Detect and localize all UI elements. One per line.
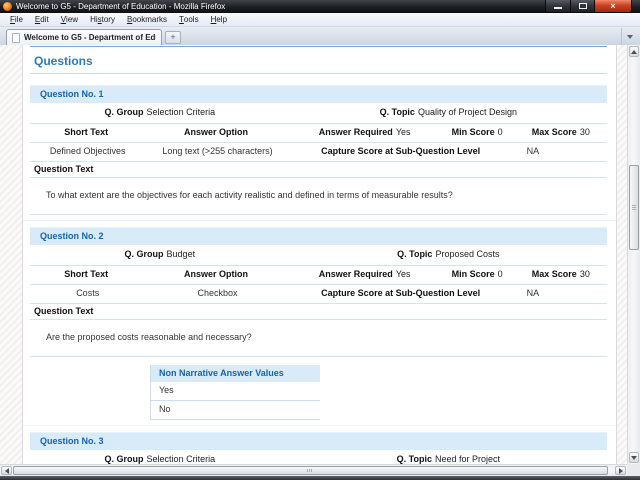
short-text-header: Short Text (30, 269, 145, 280)
question-text: To what extent are the objectives for ea… (30, 178, 607, 215)
scroll-grip-icon (307, 469, 313, 472)
minimize-icon (554, 7, 562, 9)
firefox-icon (3, 2, 12, 11)
answer-option-value: Checkbox (145, 288, 289, 299)
arrow-up-icon (631, 50, 637, 54)
short-text-value: Costs (30, 288, 145, 299)
min-score-cell: Min Score0 (440, 127, 515, 138)
non-narrative-value: No (151, 401, 320, 420)
question-header: Question No. 1 (30, 85, 607, 103)
minimize-button[interactable] (545, 0, 571, 13)
chevron-down-icon (627, 35, 633, 39)
menu-help[interactable]: Help (205, 13, 233, 26)
answer-option-header: Answer Option (145, 269, 289, 280)
maximize-button[interactable] (570, 0, 595, 13)
horizontal-scroll-thumb[interactable] (13, 466, 608, 475)
tab-title: Welcome to G5 - Department of Edu... (24, 33, 156, 42)
values-row: Costs Checkbox Capture Score at Sub-Ques… (30, 285, 607, 304)
question-text-label: Question Text (30, 162, 607, 178)
page-favicon-icon (12, 33, 20, 43)
menu-view[interactable]: View (55, 13, 84, 26)
menu-history[interactable]: History (84, 13, 121, 26)
window-controls: × (545, 0, 632, 13)
question-topic: Q. TopicProposed Costs (290, 249, 607, 260)
arrow-down-icon (631, 456, 637, 460)
menu-bar: File Edit View History Bookmarks Tools H… (0, 13, 640, 27)
non-narrative-panel: Non Narrative Answer Values Yes No (150, 365, 320, 420)
group-topic-row: Q. GroupBudget Q. TopicProposed Costs (30, 245, 607, 266)
menu-edit[interactable]: Edit (29, 13, 55, 26)
tab-bar: Welcome to G5 - Department of Edu... + (0, 27, 640, 45)
capture-score-label: Capture Score at Sub-Question Level (290, 288, 515, 299)
question-group: Q. GroupSelection Criteria (30, 107, 290, 118)
vertical-scroll-thumb[interactable] (629, 165, 639, 250)
question-text-label: Question Text (30, 304, 607, 320)
browser-viewport: Questions Question No. 1 Q. GroupSelecti… (0, 45, 627, 464)
group-topic-row: Q. GroupSelection Criteria Q. TopicNeed … (30, 450, 607, 464)
question-section-2: Question No. 2 Q. GroupBudget Q. TopicPr… (30, 227, 607, 420)
values-row: Defined Objectives Long text (>255 chara… (30, 143, 607, 162)
answer-option-value: Long text (>255 characters) (145, 146, 289, 157)
question-header: Question No. 2 (30, 227, 607, 245)
maximize-icon (579, 3, 587, 9)
column-header-row: Short Text Answer Option Answer Required… (30, 124, 607, 143)
group-topic-row: Q. GroupSelection Criteria Q. TopicQuali… (30, 103, 607, 124)
capture-score-label: Capture Score at Sub-Question Level (290, 146, 515, 157)
answer-required-cell: Answer RequiredYes (290, 127, 440, 138)
arrow-left-icon (5, 468, 9, 474)
scroll-down-button[interactable] (629, 452, 639, 463)
max-score-cell: Max Score30 (515, 269, 607, 280)
arrow-right-icon (619, 468, 623, 474)
question-topic: Q. TopicNeed for Project (290, 454, 607, 464)
question-group: Q. GroupBudget (30, 249, 290, 260)
top-divider (30, 46, 607, 47)
answer-required-cell: Answer RequiredYes (290, 269, 440, 280)
close-button[interactable]: × (594, 0, 632, 13)
answer-option-header: Answer Option (145, 127, 289, 138)
question-section-3: Question No. 3 Q. GroupSelection Criteri… (30, 432, 607, 464)
page-title: Questions (34, 54, 603, 68)
horizontal-scrollbar[interactable] (0, 464, 627, 476)
question-section-1: Question No. 1 Q. GroupSelection Criteri… (30, 85, 607, 215)
close-icon: × (610, 1, 615, 12)
section-divider (23, 425, 616, 426)
section-divider (23, 220, 616, 221)
scrollbar-corner (627, 464, 640, 476)
min-score-cell: Min Score0 (440, 269, 515, 280)
vertical-scrollbar[interactable] (627, 45, 640, 464)
scroll-up-button[interactable] (629, 46, 639, 57)
menu-file[interactable]: File (4, 13, 29, 26)
window-titlebar[interactable]: Welcome to G5 - Department of Education … (0, 0, 640, 13)
scroll-grip-icon (632, 205, 636, 211)
list-all-tabs-button[interactable] (621, 28, 638, 45)
non-narrative-value: Yes (151, 382, 320, 401)
capture-score-value: NA (515, 146, 607, 157)
question-text: Are the proposed costs reasonable and ne… (30, 320, 607, 357)
question-topic: Q. TopicQuality of Project Design (290, 107, 607, 118)
taskbar-edge (0, 476, 640, 480)
menu-tools[interactable]: Tools (173, 13, 205, 26)
menu-bookmarks[interactable]: Bookmarks (121, 13, 173, 26)
max-score-cell: Max Score30 (515, 127, 607, 138)
short-text-value: Defined Objectives (30, 146, 145, 157)
question-group: Q. GroupSelection Criteria (30, 454, 290, 464)
scroll-right-button[interactable] (615, 466, 626, 475)
capture-score-value: NA (515, 288, 607, 299)
question-header: Question No. 3 (30, 432, 607, 450)
heading-divider (30, 73, 607, 74)
page-content: Questions Question No. 1 Q. GroupSelecti… (22, 45, 617, 464)
short-text-header: Short Text (30, 127, 145, 138)
window-title: Welcome to G5 - Department of Education … (16, 0, 225, 13)
column-header-row: Short Text Answer Option Answer Required… (30, 266, 607, 285)
new-tab-button[interactable]: + (165, 31, 181, 44)
scroll-left-button[interactable] (1, 466, 12, 475)
non-narrative-header: Non Narrative Answer Values (151, 365, 320, 382)
tab-welcome-to-g5[interactable]: Welcome to G5 - Department of Edu... (6, 29, 162, 45)
